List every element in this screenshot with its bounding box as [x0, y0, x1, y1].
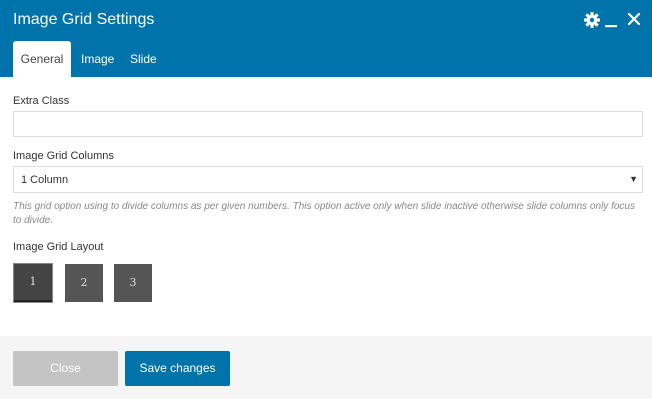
- grid-columns-selected-value: 1 Column: [21, 174, 69, 186]
- layout-option-1[interactable]: 1: [14, 264, 52, 302]
- dialog-title: Image Grid Settings: [13, 11, 155, 28]
- extra-class-input[interactable]: [13, 111, 643, 137]
- dialog-header: Image Grid Settings General Image Slide: [0, 0, 652, 77]
- save-changes-button[interactable]: Save changes: [125, 351, 230, 386]
- extra-class-label: Extra Class: [13, 95, 70, 107]
- layout-option-2[interactable]: 2: [65, 264, 103, 302]
- image-grid-settings-dialog: Image Grid Settings General Image Slide …: [0, 0, 652, 399]
- layout-option-3[interactable]: 3: [114, 264, 152, 302]
- grid-columns-help-text: This grid option using to divide columns…: [13, 201, 635, 226]
- close-button[interactable]: Close: [13, 351, 118, 386]
- tab-general[interactable]: General: [13, 41, 71, 77]
- minimize-icon[interactable]: [604, 9, 618, 31]
- gear-icon[interactable]: [583, 9, 601, 31]
- close-icon[interactable]: [626, 9, 642, 31]
- dialog-footer: Close Save changes: [0, 336, 652, 399]
- tab-slide[interactable]: Slide: [130, 41, 157, 77]
- tab-image[interactable]: Image: [81, 41, 114, 77]
- grid-columns-label: Image Grid Columns: [13, 150, 114, 162]
- grid-columns-select[interactable]: 1 Column ▼: [13, 166, 643, 193]
- grid-layout-label: Image Grid Layout: [13, 241, 104, 253]
- dropdown-arrow-icon: ▼: [629, 174, 638, 184]
